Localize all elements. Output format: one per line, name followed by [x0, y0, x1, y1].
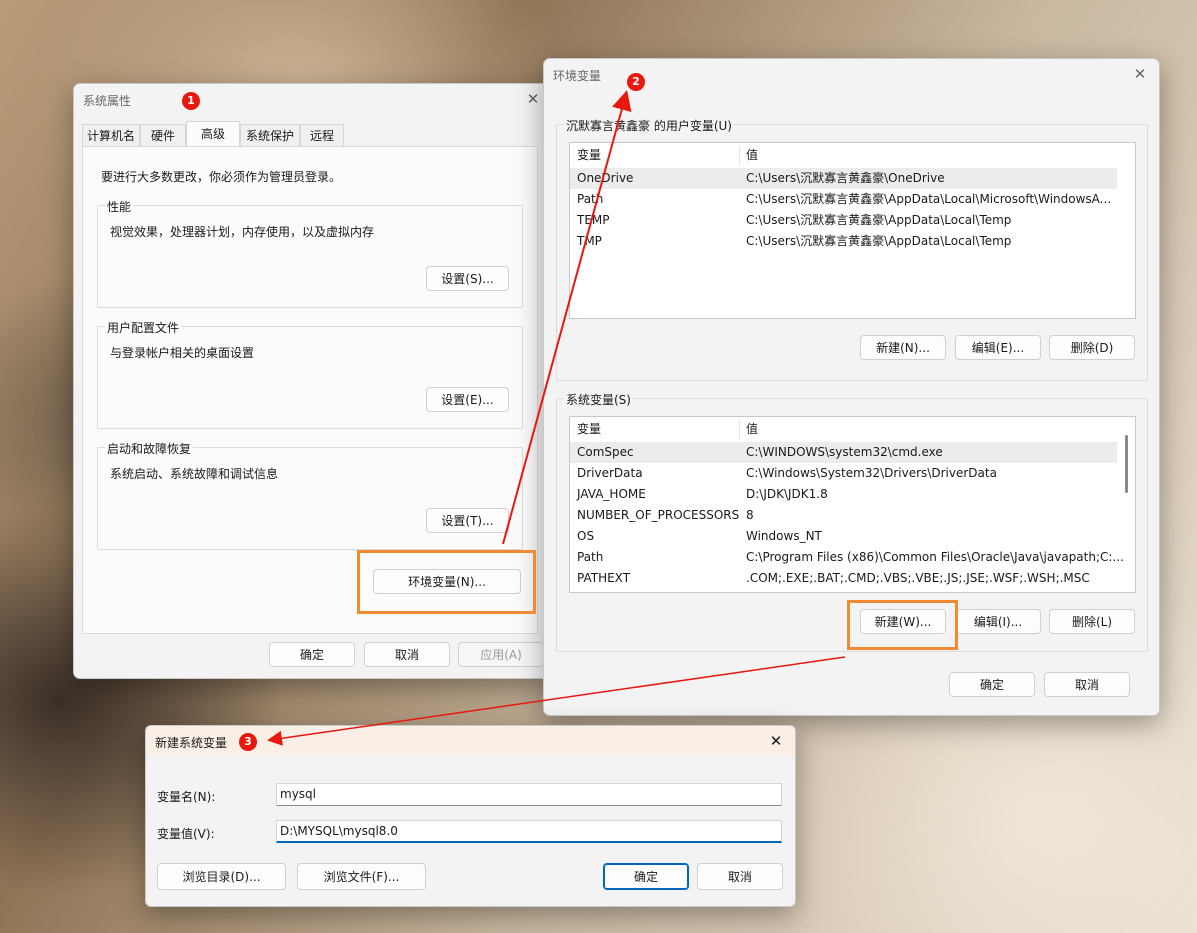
tab-hardware[interactable]: 硬件 [140, 124, 186, 146]
tab-advanced[interactable]: 高级 [186, 121, 240, 147]
variable-name: ComSpec [577, 445, 634, 459]
user-variables-list[interactable]: 变量 值 OneDrive C:\Users\沉默寡言黄鑫豪\OneDrive … [569, 142, 1136, 319]
column-header-name[interactable]: 变量 [570, 417, 739, 442]
cancel-button[interactable]: 取消 [364, 642, 450, 667]
list-item[interactable]: Path C:\Program Files (x86)\Common Files… [570, 547, 1124, 568]
close-icon[interactable]: ✕ [1129, 63, 1151, 85]
new-button-highlight [847, 600, 958, 650]
step-1-badge: 1 [182, 92, 200, 110]
variable-value: C:\WINDOWS\system32\cmd.exe [746, 445, 943, 459]
variable-value: D:\JDK\JDK1.8 [746, 487, 828, 501]
variable-name: OneDrive [577, 171, 634, 185]
system-variables-label: 系统变量(S) [564, 391, 633, 408]
browse-directory-button[interactable]: 浏览目录(D)... [157, 863, 286, 890]
system-properties-titlebar[interactable]: 系统属性 ✕ [74, 84, 552, 114]
system-variables-list[interactable]: 变量 值 ComSpec C:\WINDOWS\system32\cmd.exe… [569, 416, 1136, 593]
variable-value: C:\Users\沉默寡言黄鑫豪\AppData\Local\Temp [746, 213, 1012, 227]
variable-value-label: 变量值(V): [157, 827, 215, 841]
variable-value: 8 [746, 508, 754, 522]
variable-value: C:\Users\沉默寡言黄鑫豪\AppData\Local\Temp [746, 234, 1012, 248]
close-icon[interactable]: ✕ [522, 88, 544, 110]
variable-name: JAVA_HOME [577, 487, 646, 501]
variable-name: TEMP [577, 213, 610, 227]
cancel-button[interactable]: 取消 [697, 863, 783, 890]
startup-recovery-label: 启动和故障恢复 [105, 440, 194, 457]
variable-value: Windows_NT [746, 529, 822, 543]
close-icon[interactable]: ✕ [765, 730, 787, 752]
list-header: 变量 值 [570, 417, 1117, 443]
variable-name-label: 变量名(N): [157, 790, 216, 804]
variable-value: C:\Program Files (x86)\Common Files\Orac… [746, 550, 1124, 564]
variable-name-input[interactable]: mysql [276, 783, 782, 806]
variable-value: C:\Users\沉默寡言黄鑫豪\OneDrive [746, 171, 945, 185]
user-profile-desc: 与登录帐户相关的桌面设置 [110, 346, 255, 360]
apply-button[interactable]: 应用(A) [458, 642, 544, 667]
variable-value: .COM;.EXE;.BAT;.CMD;.VBS;.VBE;.JS;.JSE;.… [746, 571, 1090, 585]
list-item[interactable]: OS Windows_NT [570, 526, 1117, 547]
variable-name: PATHEXT [577, 571, 631, 585]
user-delete-button[interactable]: 删除(D) [1049, 335, 1135, 360]
window-title: 环境变量 [553, 69, 602, 83]
list-item[interactable]: NUMBER_OF_PROCESSORS 8 [570, 505, 1117, 526]
column-header-value[interactable]: 值 [739, 417, 1117, 442]
list-item[interactable]: Path C:\Users\沉默寡言黄鑫豪\AppData\Local\Micr… [570, 189, 1117, 210]
variable-name: NUMBER_OF_PROCESSORS [577, 508, 740, 522]
list-item[interactable]: TEMP C:\Users\沉默寡言黄鑫豪\AppData\Local\Temp [570, 210, 1117, 231]
column-header-value[interactable]: 值 [739, 143, 1117, 168]
system-delete-button[interactable]: 删除(L) [1049, 609, 1135, 634]
user-variables-label: 沉默寡言黄鑫豪 的用户变量(U) [564, 117, 734, 134]
cancel-button[interactable]: 取消 [1044, 672, 1130, 697]
variable-name: OS [577, 529, 595, 543]
user-edit-button[interactable]: 编辑(E)... [955, 335, 1041, 360]
variable-name: TMP [577, 234, 602, 248]
user-profile-label: 用户配置文件 [105, 319, 182, 336]
list-header: 变量 值 [570, 143, 1117, 169]
system-edit-button[interactable]: 编辑(I)... [955, 609, 1041, 634]
performance-desc: 视觉效果，处理器计划，内存使用，以及虚拟内存 [110, 225, 375, 239]
browse-file-button[interactable]: 浏览文件(F)... [297, 863, 426, 890]
startup-recovery-settings-button[interactable]: 设置(T)... [426, 508, 509, 533]
user-variables-group: 沉默寡言黄鑫豪 的用户变量(U) 变量 值 OneDrive C:\Users\… [556, 117, 1148, 381]
user-new-button[interactable]: 新建(N)... [860, 335, 946, 360]
performance-group: 性能 视觉效果，处理器计划，内存使用，以及虚拟内存 设置(S)... [97, 198, 523, 308]
list-item[interactable]: TMP C:\Users\沉默寡言黄鑫豪\AppData\Local\Temp [570, 231, 1117, 252]
user-profile-settings-button[interactable]: 设置(E)... [426, 387, 509, 412]
user-profile-group: 用户配置文件 与登录帐户相关的桌面设置 设置(E)... [97, 319, 523, 429]
step-3-badge: 3 [239, 733, 257, 751]
variable-value: C:\Users\沉默寡言黄鑫豪\AppData\Local\Microsoft… [746, 192, 1112, 206]
new-system-variable-window: 新建系统变量 ✕ 变量名(N): mysql 变量值(V): D:\MYSQL\… [145, 725, 796, 907]
performance-label: 性能 [105, 198, 134, 215]
startup-recovery-desc: 系统启动、系统故障和调试信息 [110, 467, 279, 481]
window-title: 系统属性 [83, 94, 132, 108]
window-title: 新建系统变量 [155, 736, 228, 750]
list-item[interactable]: ComSpec C:\WINDOWS\system32\cmd.exe [570, 442, 1117, 463]
tab-system-protection[interactable]: 系统保护 [240, 124, 300, 146]
list-item[interactable]: DriverData C:\Windows\System32\Drivers\D… [570, 463, 1117, 484]
env-button-highlight [357, 550, 536, 614]
variable-value-input[interactable]: D:\MYSQL\mysql8.0 [276, 820, 782, 843]
list-item[interactable]: JAVA_HOME D:\JDK\JDK1.8 [570, 484, 1117, 505]
performance-settings-button[interactable]: 设置(S)... [426, 266, 509, 291]
list-item[interactable]: OneDrive C:\Users\沉默寡言黄鑫豪\OneDrive [570, 168, 1117, 189]
variable-value: C:\Windows\System32\Drivers\DriverData [746, 466, 997, 480]
admin-note: 要进行大多数更改，你必须作为管理员登录。 [101, 170, 342, 184]
ok-button[interactable]: 确定 [603, 863, 689, 890]
startup-recovery-group: 启动和故障恢复 系统启动、系统故障和调试信息 设置(T)... [97, 440, 523, 550]
variable-name: Path [577, 192, 604, 206]
list-item[interactable]: PATHEXT .COM;.EXE;.BAT;.CMD;.VBS;.VBE;.J… [570, 568, 1117, 589]
ok-button[interactable]: 确定 [949, 672, 1035, 697]
column-header-name[interactable]: 变量 [570, 143, 739, 168]
ok-button[interactable]: 确定 [269, 642, 355, 667]
tab-computer-name[interactable]: 计算机名 [82, 124, 140, 146]
variable-name: Path [577, 550, 604, 564]
scrollbar-thumb[interactable] [1125, 435, 1128, 493]
variable-name: DriverData [577, 466, 643, 480]
tab-remote[interactable]: 远程 [300, 124, 344, 146]
step-2-badge: 2 [627, 73, 645, 91]
